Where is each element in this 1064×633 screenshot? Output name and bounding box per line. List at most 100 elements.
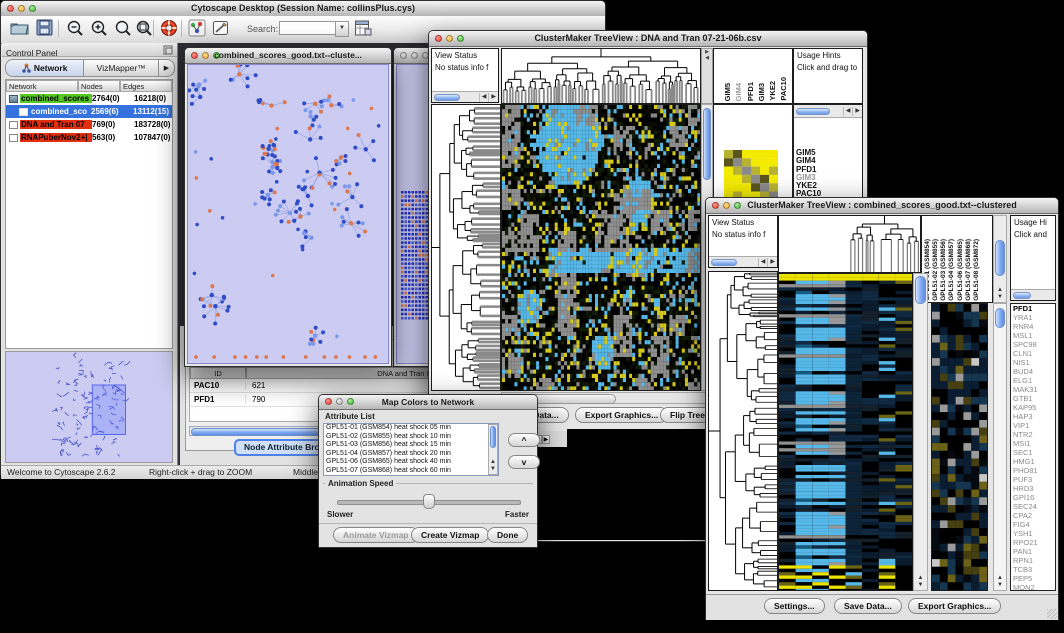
resize-grip[interactable] [1047, 609, 1057, 619]
network-list-row[interactable]: combined_sco 2569(6) 13112(15) [6, 105, 172, 118]
tv2-save-data-button[interactable]: Save Data... [834, 598, 902, 614]
attribute-list-scrollbar[interactable]: ▲▼ [488, 424, 498, 475]
tv1-column-dendrogram[interactable] [501, 48, 701, 104]
move-down-button[interactable]: v [508, 455, 540, 469]
gene-label: RNR4 [1011, 322, 1055, 331]
scroll-arrows[interactable]: ▲▼ [489, 459, 497, 473]
tv1-row-dendrogram[interactable] [431, 104, 501, 391]
attribute-list-item[interactable]: GPL51-02 (GSM855) heat shock 10 min [324, 433, 498, 442]
tv2-column-tree [779, 216, 920, 272]
network-list-row[interactable]: combined_scores 2764(0) 16218(0) [6, 92, 172, 105]
gene-label: PUF3 [1011, 475, 1055, 484]
scroll-thumb[interactable] [434, 94, 460, 101]
column-header-nodes[interactable]: Nodes [78, 80, 120, 92]
animate-vizmap-button[interactable]: Animate Vizmap [333, 527, 419, 543]
tv2-vscrollbar[interactable]: ▲▼ [913, 273, 928, 591]
vscroll-thumb[interactable] [703, 108, 711, 180]
gene-label: BUD4 [1011, 367, 1055, 376]
tv1-similarity-matrix[interactable] [724, 150, 778, 200]
tv2-settings-button[interactable]: Settings... [764, 598, 825, 614]
scroll-thumb[interactable] [1013, 292, 1031, 299]
tab-network[interactable]: Network [6, 60, 84, 76]
tv1-heatmap[interactable] [501, 104, 701, 391]
vizmapper-shortcut-button[interactable] [187, 19, 207, 38]
help-button[interactable] [159, 19, 179, 38]
close-button[interactable] [400, 52, 407, 59]
annotation-button[interactable] [211, 19, 231, 38]
attribute-list-item[interactable]: GPL51-03 (GSM856) heat shock 15 min [324, 441, 498, 450]
save-session-button[interactable] [34, 19, 54, 38]
tv1-export-graphics-button[interactable]: Export Graphics... [575, 407, 668, 423]
gene-label: FIG4 [1011, 520, 1055, 529]
tv2-usage-scrollbar[interactable] [1011, 289, 1055, 300]
scroll-right-icon[interactable]: ▶ [852, 107, 862, 116]
tv2-zoom-heatmap[interactable] [931, 303, 988, 591]
search-input[interactable] [279, 21, 337, 35]
open-file-button[interactable] [9, 19, 29, 38]
treeview1-titlebar[interactable]: ClusterMaker TreeView : DNA and Tran 07-… [429, 31, 867, 47]
vscroll-thumb[interactable] [915, 276, 926, 304]
float-panel-icon[interactable] [163, 45, 173, 55]
tv2-heatmap[interactable] [778, 273, 913, 591]
treeview2-window: ClusterMaker TreeView : combined_scores_… [705, 197, 1059, 620]
vscroll-thumb[interactable] [490, 426, 496, 448]
attribute-list-item[interactable]: GPL51-07 (GSM868) heat shock 60 min [324, 467, 498, 476]
map-colors-dialog: Map Colors to Network Attribute List GPL… [318, 394, 538, 548]
attribute-browser-button[interactable] [353, 19, 373, 38]
zoom-out-button[interactable] [65, 19, 85, 38]
scroll-right-icon[interactable]: ▶ [488, 93, 498, 102]
network-a-titlebar[interactable]: combined_scores_good.txt--cluste... [185, 48, 391, 64]
scroll-left-icon[interactable]: ◀ [758, 258, 768, 267]
speed-slider-thumb[interactable] [423, 494, 435, 509]
tv2-column-dendrogram[interactable] [778, 215, 921, 273]
scroll-arrows[interactable]: ▲▼ [994, 287, 1006, 301]
tv2-status-scrollbar[interactable]: ◀ ▶ [709, 256, 777, 267]
map-dialog-titlebar[interactable]: Map Colors to Network [319, 395, 537, 410]
attribute-list-item[interactable]: GPL51-06 (GSM865) heat shock 40 min [324, 458, 498, 467]
move-up-button[interactable]: ^ [508, 433, 540, 447]
tv1-matrix-scrollbar[interactable]: ◀ ▶ [794, 105, 862, 118]
gene-label: NIS1 [1011, 358, 1055, 367]
attribute-list-item[interactable]: GPL51-01 (GSM854) heat shock 05 min [324, 424, 498, 433]
scroll-right-icon[interactable]: ▶ [767, 258, 777, 267]
attribute-list-item[interactable]: GPL51-04 (GSM857) heat shock 20 min [324, 450, 498, 459]
column-header-network[interactable]: Network [6, 80, 78, 92]
vscroll-thumb[interactable] [995, 240, 1005, 276]
network-nodes-count: 563(0) [92, 133, 134, 142]
network-list-row[interactable]: RNAPuberNov2+| 563(0) 107847(0) [6, 131, 172, 144]
birdseye-view[interactable] [5, 351, 173, 463]
scroll-arrows[interactable]: ▲▼ [914, 575, 927, 589]
network-a-canvas[interactable] [187, 64, 389, 364]
tv2-col-labels-scrollbar[interactable]: ▲▼ [993, 215, 1007, 303]
scroll-left-icon[interactable]: ◀ [479, 93, 489, 102]
done-button[interactable]: Done [487, 527, 528, 543]
create-vizmap-button[interactable]: Create Vizmap [411, 527, 489, 543]
scroll-right-icon[interactable]: ▶ [542, 435, 551, 444]
main-titlebar[interactable]: Cytoscape Desktop (Session Name: collins… [1, 1, 605, 17]
scroll-arrows[interactable]: ▲▼ [994, 575, 1006, 589]
tab-vizmapper[interactable]: VizMapper™ [84, 60, 158, 76]
tv2-row-tree [709, 272, 777, 590]
search-dropdown-button[interactable]: ▼ [335, 21, 349, 37]
treeview2-titlebar[interactable]: ClusterMaker TreeView : combined_scores_… [706, 198, 1058, 214]
tv1-status-scrollbar[interactable]: ◀ ▶ [432, 91, 498, 102]
tv2-zoom-scrollbar[interactable]: ▲▼ [993, 303, 1007, 591]
tv2-button-bar: Settings... Save Data... Export Graphics… [706, 594, 1058, 620]
zoom-in-button[interactable] [89, 19, 109, 38]
column-header-edges[interactable]: Edges [120, 80, 172, 92]
network-list-row[interactable]: DNA and Tran 07 769(0) 183728(0) [6, 118, 172, 131]
minimize-button[interactable] [411, 52, 418, 59]
gene-label: GIM3 [758, 83, 766, 101]
scroll-left-icon[interactable]: ◀ [843, 107, 853, 116]
column-header-id[interactable]: ID [190, 367, 246, 379]
scroll-thumb[interactable] [796, 108, 830, 115]
vscroll-thumb[interactable] [995, 308, 1005, 328]
tv2-export-graphics-button[interactable]: Export Graphics... [908, 598, 1001, 614]
tv2-row-dendrogram[interactable] [708, 271, 778, 591]
arrow-right-icon: ▶ [164, 64, 169, 72]
tab-overflow-button[interactable]: ▶ [158, 60, 174, 76]
scroll-thumb[interactable] [711, 259, 737, 266]
zoom-fit-button[interactable] [134, 19, 154, 38]
attribute-listbox[interactable]: GPL51-01 (GSM854) heat shock 05 minGPL51… [323, 423, 499, 476]
zoom-selected-button[interactable] [113, 19, 133, 38]
